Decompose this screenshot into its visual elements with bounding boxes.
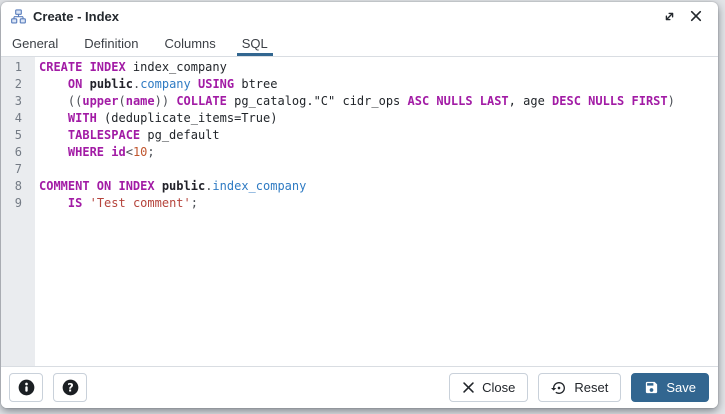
sql-token: (( [39, 94, 83, 108]
code-line[interactable]: IS 'Test comment'; [39, 195, 718, 212]
tab-general[interactable]: General [7, 30, 63, 56]
sql-token: upper [82, 94, 119, 108]
sql-token: ) [667, 94, 675, 108]
sql-token: btree [234, 77, 278, 91]
sql-token: CREATE INDEX [39, 60, 126, 74]
maximize-icon [663, 10, 676, 23]
code-line[interactable]: ON public.company USING btree [39, 76, 718, 93]
sql-token: pg_default [140, 128, 220, 142]
sql-token: < [125, 145, 133, 159]
close-window-button[interactable] [686, 6, 706, 26]
sql-token: ON [67, 77, 83, 91]
sql-token: public [89, 77, 133, 91]
sql-token: TABLESPACE [67, 128, 141, 142]
dialog-footer: ? Close Reset Save [1, 366, 718, 408]
line-number: 8 [14, 179, 22, 193]
sql-token: , age [508, 94, 553, 108]
line-number-gutter: 1 2 3 4 5 6 7 8 9 [1, 57, 35, 366]
sql-token: )) [154, 94, 170, 108]
sql-token: pg_catalog."C" cidr_ops [226, 94, 408, 108]
svg-text:?: ? [67, 381, 73, 394]
save-button-label: Save [666, 380, 696, 395]
sql-token: 'Test comment' [89, 196, 191, 210]
x-icon [462, 381, 475, 394]
code-line[interactable] [39, 161, 718, 178]
tab-columns[interactable]: Columns [159, 30, 220, 56]
sql-token: WITH [67, 111, 97, 125]
sql-code[interactable]: CREATE INDEX index_company ON public.com… [35, 57, 718, 366]
code-line[interactable]: CREATE INDEX index_company [39, 59, 718, 76]
code-line[interactable]: TABLESPACE pg_default [39, 127, 718, 144]
sql-token: name [125, 94, 155, 108]
reset-button[interactable]: Reset [538, 373, 622, 402]
sql-token: WHERE [67, 145, 105, 159]
sql-token: IS [67, 196, 83, 210]
line-number: 1 [14, 60, 22, 74]
sql-token: COLLATE [176, 94, 227, 108]
sql-token: USING [198, 77, 235, 91]
line-number: 2 [14, 77, 22, 91]
info-button[interactable] [9, 373, 43, 402]
line-number: 4 [14, 111, 22, 125]
sql-token: ; [190, 196, 198, 210]
floppy-disk-icon [644, 380, 659, 395]
footer-action-buttons: Close Reset Save [449, 373, 709, 402]
tab-sql[interactable]: SQL [236, 30, 273, 56]
help-button[interactable]: ? [53, 373, 87, 402]
dialog-titlebar: Create - Index [1, 2, 718, 30]
line-number: 3 [14, 94, 22, 108]
close-icon [690, 10, 702, 22]
sql-token: ( [118, 94, 126, 108]
sql-token: DESC NULLS FIRST [552, 94, 668, 108]
sql-token: ASC NULLS LAST [407, 94, 509, 108]
info-icon [18, 379, 35, 396]
sql-token: id [111, 145, 126, 159]
close-button[interactable]: Close [449, 373, 529, 402]
sql-token: COMMENT ON INDEX [39, 179, 155, 193]
close-button-label: Close [482, 380, 516, 395]
save-button[interactable]: Save [631, 373, 709, 402]
sql-token: 10 [132, 145, 148, 159]
sql-token: ; [147, 145, 155, 159]
maximize-button[interactable] [659, 6, 679, 26]
sql-token: index_company [125, 60, 227, 74]
sql-editor[interactable]: 1 2 3 4 5 6 7 8 9 CREATE INDEX index_company ON … [1, 57, 718, 366]
sql-token: public [161, 179, 206, 193]
line-number: 6 [14, 145, 22, 159]
dialog-title: Create - Index [33, 8, 119, 24]
sql-token: (deduplicate_items=True) [96, 111, 278, 125]
line-number: 7 [14, 162, 22, 176]
tab-bar: General Definition Columns SQL [1, 30, 718, 57]
sql-token: company [140, 77, 191, 91]
code-line[interactable]: WHERE id<10; [39, 144, 718, 161]
reset-button-label: Reset [574, 380, 609, 395]
index-sitemap-icon [11, 8, 26, 24]
code-line[interactable]: WITH (deduplicate_items=True) [39, 110, 718, 127]
help-icon: ? [62, 379, 79, 396]
create-index-dialog: Create - Index General Definition Column… [1, 2, 718, 408]
code-line[interactable]: COMMENT ON INDEX public.index_company [39, 178, 718, 195]
line-number: 5 [14, 128, 22, 142]
tab-definition[interactable]: Definition [79, 30, 143, 56]
line-number: 9 [14, 196, 22, 210]
code-line[interactable]: ((upper(name)) COLLATE pg_catalog."C" ci… [39, 93, 718, 110]
sql-token: index_company [212, 179, 307, 193]
restore-icon [551, 380, 567, 396]
